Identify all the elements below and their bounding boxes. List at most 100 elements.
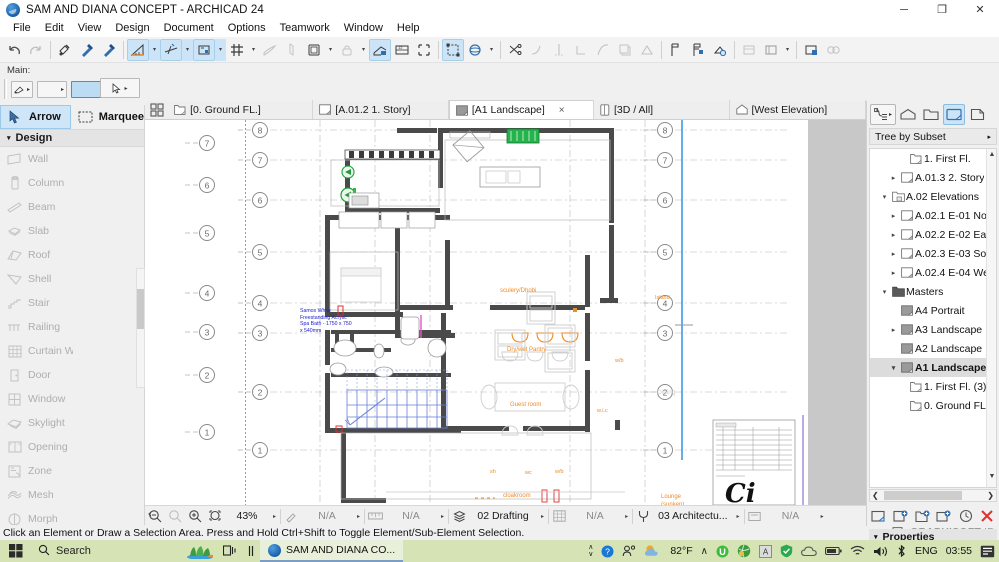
zoom-next-icon[interactable]	[165, 506, 185, 527]
toolbox-tool-skylight[interactable]: Skylight	[0, 411, 73, 435]
mini-empty-icon[interactable]: ▸	[37, 80, 67, 98]
grid-snap-dropdown-arrow[interactable]: ▾	[248, 39, 259, 61]
delete-icon[interactable]	[977, 506, 997, 526]
update-drawing-icon[interactable]	[956, 506, 976, 526]
mini-pen-icon[interactable]: ▸	[11, 80, 33, 98]
wifi-icon[interactable]	[846, 540, 869, 562]
undo-icon[interactable]	[3, 39, 25, 61]
tree-item-a1-landscape[interactable]: ▾ A1 Landscape	[870, 358, 996, 377]
statusbar-dropdown-arrow[interactable]: ▸	[621, 513, 632, 520]
chevron-right-icon[interactable]: ▸	[888, 174, 899, 182]
toolbox-tool-slab[interactable]: Slab	[0, 219, 73, 243]
toolbox-marquee-tool[interactable]: Marquee	[71, 105, 144, 129]
tree-item-masters[interactable]: ▾ Masters	[870, 282, 996, 301]
toolbox-tool-railing[interactable]: Railing	[0, 315, 73, 339]
task-view-icon[interactable]	[218, 540, 242, 562]
maximize-button[interactable]: ❐	[923, 0, 961, 19]
menu-document[interactable]: Document	[157, 21, 221, 35]
curve-icon[interactable]	[592, 39, 614, 61]
chevron-right-icon[interactable]: ▸	[888, 269, 899, 277]
new-drawing-icon[interactable]	[934, 506, 954, 526]
menu-teamwork[interactable]: Teamwork	[273, 21, 337, 35]
toolbox-tool-wall[interactable]: Wall	[0, 147, 73, 171]
intersect-icon[interactable]	[614, 39, 636, 61]
scale-icon[interactable]	[365, 506, 385, 527]
view-map-icon[interactable]	[920, 104, 942, 125]
selection-frame-icon[interactable]	[442, 38, 464, 61]
widgets-icon[interactable]	[242, 540, 260, 562]
minimize-button[interactable]: ─	[885, 0, 923, 19]
fillet-icon[interactable]	[526, 39, 548, 61]
taskbar-search[interactable]: Search	[32, 540, 182, 562]
toolbox-scrollbar[interactable]	[136, 268, 145, 388]
split-icon[interactable]	[548, 39, 570, 61]
zoom-in-icon[interactable]	[185, 506, 205, 527]
toolbox-scroll-thumb[interactable]	[137, 289, 144, 329]
toolbox-tool-stair[interactable]: Stair	[0, 291, 73, 315]
scroll-up-icon[interactable]: ▲	[988, 151, 996, 162]
teamwork-receive-icon[interactable]	[822, 39, 844, 61]
guide-line-icon[interactable]	[193, 38, 215, 61]
statusbar-value[interactable]: N/A	[569, 510, 621, 522]
adjust-icon[interactable]	[570, 39, 592, 61]
tab-a1-landscape[interactable]: [A1 Landscape] ×	[448, 100, 594, 119]
battery-icon[interactable]	[821, 540, 846, 562]
tray-scroll-chevrons[interactable]: ∧ ∨	[584, 540, 597, 562]
snap-guides-dropdown-arrow[interactable]: ▾	[182, 38, 193, 61]
copy-layer-icon[interactable]	[303, 39, 325, 61]
tree-item-a-02-4-e-04-west-el[interactable]: ▸ A.02.4 E-04 West El	[870, 263, 996, 282]
statusbar-dropdown-arrow[interactable]: ▸	[353, 513, 364, 520]
layer-combination-icon[interactable]	[449, 506, 469, 527]
statusbar-dropdown-arrow[interactable]: ▸	[817, 513, 828, 520]
new-subset-icon[interactable]	[912, 506, 932, 526]
tray-expand-icon[interactable]: ∧	[697, 540, 712, 562]
layout-book-icon[interactable]	[943, 104, 965, 125]
fit-in-window-icon[interactable]	[205, 506, 225, 527]
orbit-icon[interactable]	[464, 39, 486, 61]
statusbar-dropdown-arrow[interactable]: ▸	[437, 513, 448, 520]
toolbox-tool-window[interactable]: Window	[0, 387, 73, 411]
pick-up-parameters-icon[interactable]	[54, 39, 76, 61]
toolbox-tool-curtain-w[interactable]: Curtain W	[0, 339, 73, 363]
toolbox-tool-mesh[interactable]: Mesh	[0, 483, 73, 507]
tree-item-a3-landscape[interactable]: ▸ A3 Landscape	[870, 320, 996, 339]
eyedropper-icon[interactable]	[76, 39, 98, 61]
toolbox-tool-opening[interactable]: Opening	[0, 435, 73, 459]
navigator-menu-icon[interactable]: ▸	[870, 104, 896, 125]
measure-dropdown-arrow[interactable]: ▾	[149, 38, 160, 61]
scroll-left-icon[interactable]: ❮	[872, 491, 879, 500]
statusbar-value[interactable]: N/A	[301, 510, 353, 522]
menu-design[interactable]: Design	[108, 21, 156, 35]
pen-set-icon[interactable]	[281, 506, 301, 527]
guide-line-dropdown-arrow[interactable]: ▾	[215, 38, 226, 61]
people-icon[interactable]	[618, 540, 640, 562]
menu-file[interactable]: File	[6, 21, 38, 35]
align-icon[interactable]	[281, 39, 303, 61]
menu-view[interactable]: View	[71, 21, 109, 35]
statusbar-dropdown-arrow[interactable]: ▸	[733, 513, 744, 520]
chevron-right-icon[interactable]: ▸	[888, 231, 899, 239]
toolbox-tool-roof[interactable]: Roof	[0, 243, 73, 267]
toolbox-section-design[interactable]: ▾ Design	[0, 129, 144, 147]
story-settings-icon[interactable]	[665, 39, 687, 61]
toolbox-tool-shell[interactable]: Shell	[0, 267, 73, 291]
windows-start-icon[interactable]	[0, 540, 32, 562]
tree-item-a-02-elevations[interactable]: ▾ A.02 Elevations	[870, 187, 996, 206]
statusbar-value[interactable]: 02 Drafting	[469, 510, 537, 522]
chevron-down-icon[interactable]: ▾	[888, 364, 899, 372]
menu-edit[interactable]: Edit	[38, 21, 71, 35]
toolbox-tool-column[interactable]: Column	[0, 171, 73, 195]
tree-vertical-scrollbar[interactable]: ▲ ▼	[986, 149, 996, 487]
chevron-right-icon[interactable]: ▸	[888, 250, 899, 258]
chevron-down-icon[interactable]: ▾	[879, 193, 890, 201]
close-button[interactable]: ✕	[961, 0, 999, 19]
publisher-icon[interactable]	[738, 39, 760, 61]
magic-wand-icon[interactable]	[259, 39, 281, 61]
tab-grid-icon[interactable]	[145, 100, 168, 119]
trim-icon[interactable]	[504, 39, 526, 61]
drawing-canvas[interactable]: 7654321 87654321 87654321 Ci Samos White…	[145, 120, 866, 505]
tree-item-1-first-fl[interactable]: 1. First Fl.	[870, 149, 996, 168]
measure-icon[interactable]	[127, 38, 149, 61]
tree-item-a-01-3-2-story[interactable]: ▸ A.01.3 2. Story	[870, 168, 996, 187]
scroll-down-icon[interactable]: ▼	[988, 473, 996, 484]
